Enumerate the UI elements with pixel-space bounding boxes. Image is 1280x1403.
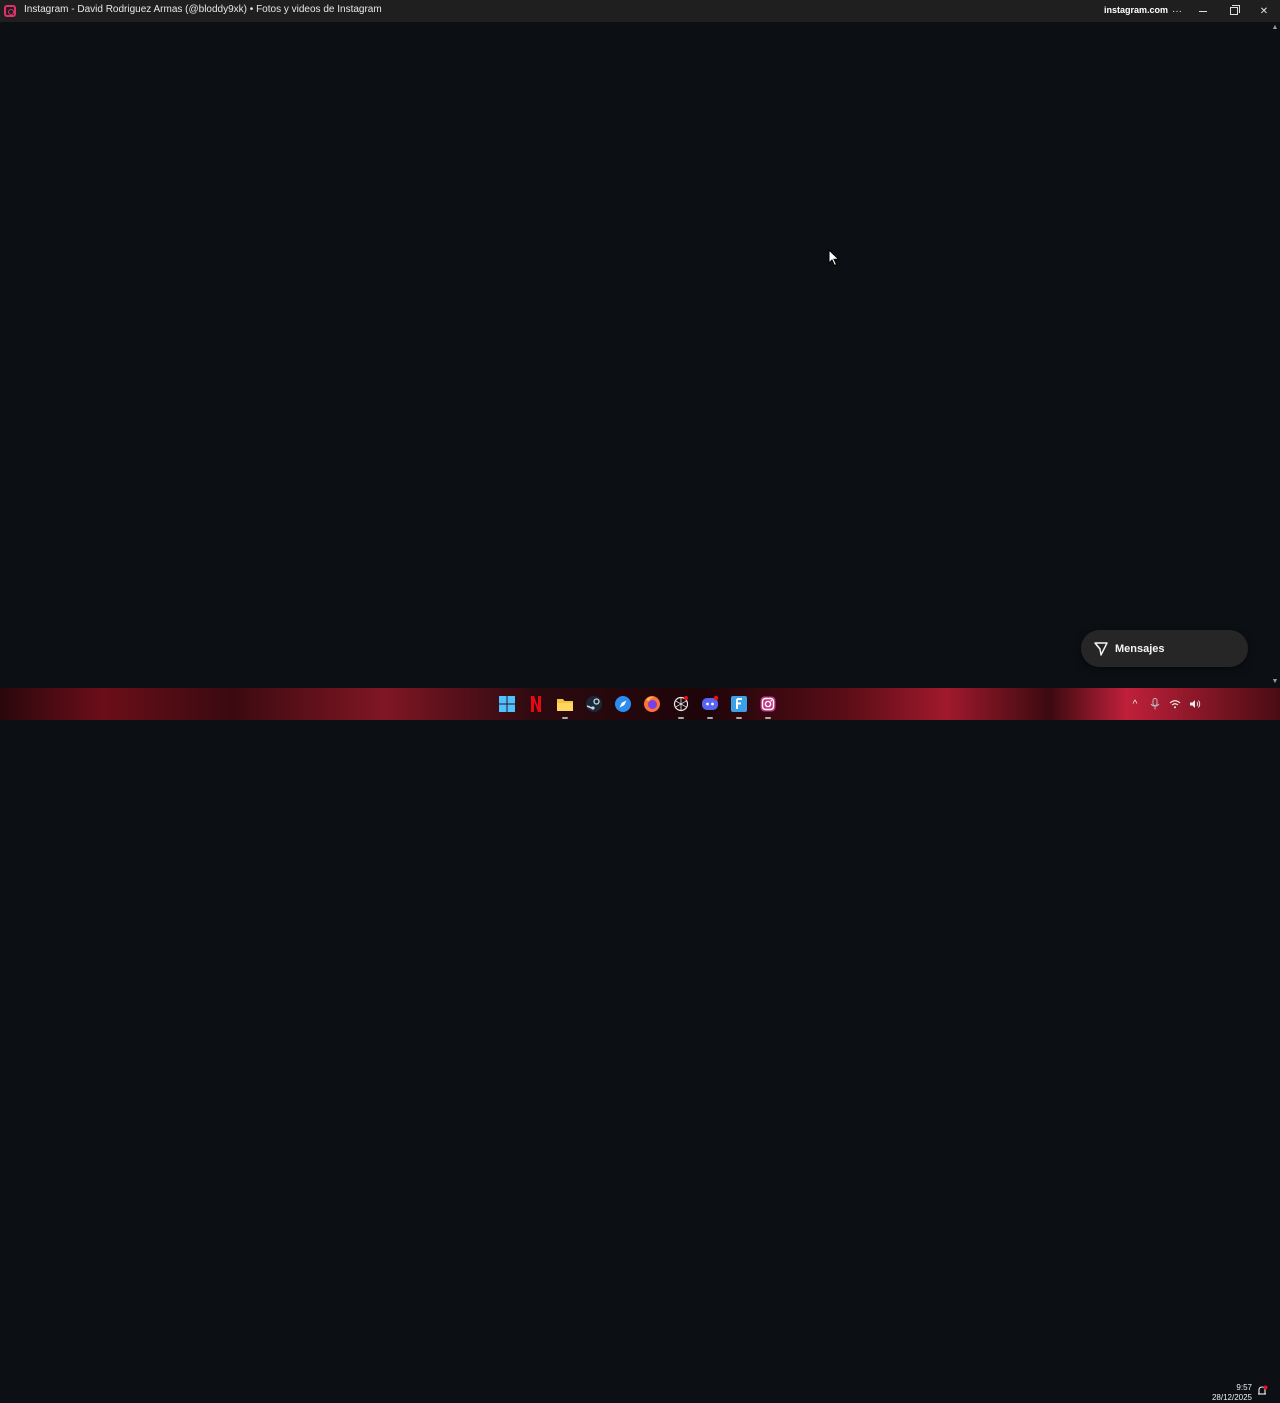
minimize-icon bbox=[1199, 10, 1207, 12]
running-indicator bbox=[765, 717, 771, 719]
running-indicator bbox=[562, 717, 568, 719]
app-window: Instagram - David Rodriguez Armas (@blod… bbox=[0, 0, 1280, 688]
page-content bbox=[0, 22, 1270, 688]
restore-button[interactable] bbox=[1219, 0, 1249, 22]
steam-icon[interactable] bbox=[584, 694, 604, 714]
running-indicator bbox=[736, 717, 742, 719]
close-button[interactable]: ✕ bbox=[1249, 0, 1279, 22]
netflix-icon[interactable] bbox=[526, 694, 546, 714]
window-title: Instagram - David Rodriguez Armas (@blod… bbox=[24, 4, 382, 15]
title-bar[interactable]: Instagram - David Rodriguez Armas (@blod… bbox=[0, 0, 1280, 22]
volume-icon[interactable] bbox=[1188, 697, 1202, 711]
more-icon: ··· bbox=[1172, 5, 1182, 17]
messages-label: Mensajes bbox=[1115, 642, 1165, 655]
running-indicator bbox=[678, 717, 684, 719]
windows-start-icon[interactable] bbox=[497, 694, 517, 714]
tray-overflow-chevron-icon[interactable]: ^ bbox=[1128, 697, 1142, 711]
scroll-down-icon[interactable]: ▼ bbox=[1271, 678, 1279, 686]
clock-time: 9:57 bbox=[1236, 1383, 1252, 1392]
system-tray: ^ bbox=[1128, 688, 1202, 720]
scroll-up-icon[interactable]: ▲ bbox=[1271, 24, 1279, 32]
app-f-icon[interactable] bbox=[729, 694, 749, 719]
clock-date: 28/12/2025 bbox=[1211, 1393, 1252, 1402]
instagram-icon bbox=[4, 5, 16, 17]
site-domain: instagram.com bbox=[1104, 5, 1169, 15]
running-indicator bbox=[707, 717, 713, 719]
openai-icon[interactable] bbox=[671, 694, 691, 719]
minimize-button[interactable] bbox=[1188, 0, 1218, 22]
file-explorer-icon[interactable] bbox=[555, 694, 575, 719]
close-icon: ✕ bbox=[1259, 5, 1269, 17]
instagram-taskbar-icon[interactable] bbox=[758, 694, 778, 719]
firefox-icon[interactable] bbox=[642, 694, 662, 714]
send-icon bbox=[1094, 641, 1108, 656]
restore-icon bbox=[1230, 5, 1240, 15]
wifi-icon[interactable] bbox=[1168, 697, 1182, 711]
discord-icon[interactable] bbox=[700, 694, 720, 719]
taskbar: ^ 9:57 28/12/2025 bbox=[0, 688, 1280, 1402]
vertical-scrollbar[interactable]: ▲ ▼ bbox=[1270, 22, 1280, 688]
microphone-icon[interactable] bbox=[1148, 697, 1162, 711]
notification-bell-icon[interactable] bbox=[1256, 1385, 1268, 1397]
system-clock[interactable]: 9:57 28/12/2025 bbox=[1206, 1383, 1252, 1403]
taskbar-apps bbox=[497, 688, 778, 720]
mouse-cursor-icon bbox=[828, 249, 840, 267]
browser-compass-icon[interactable] bbox=[613, 694, 633, 714]
messages-button[interactable]: Mensajes bbox=[1081, 630, 1248, 667]
